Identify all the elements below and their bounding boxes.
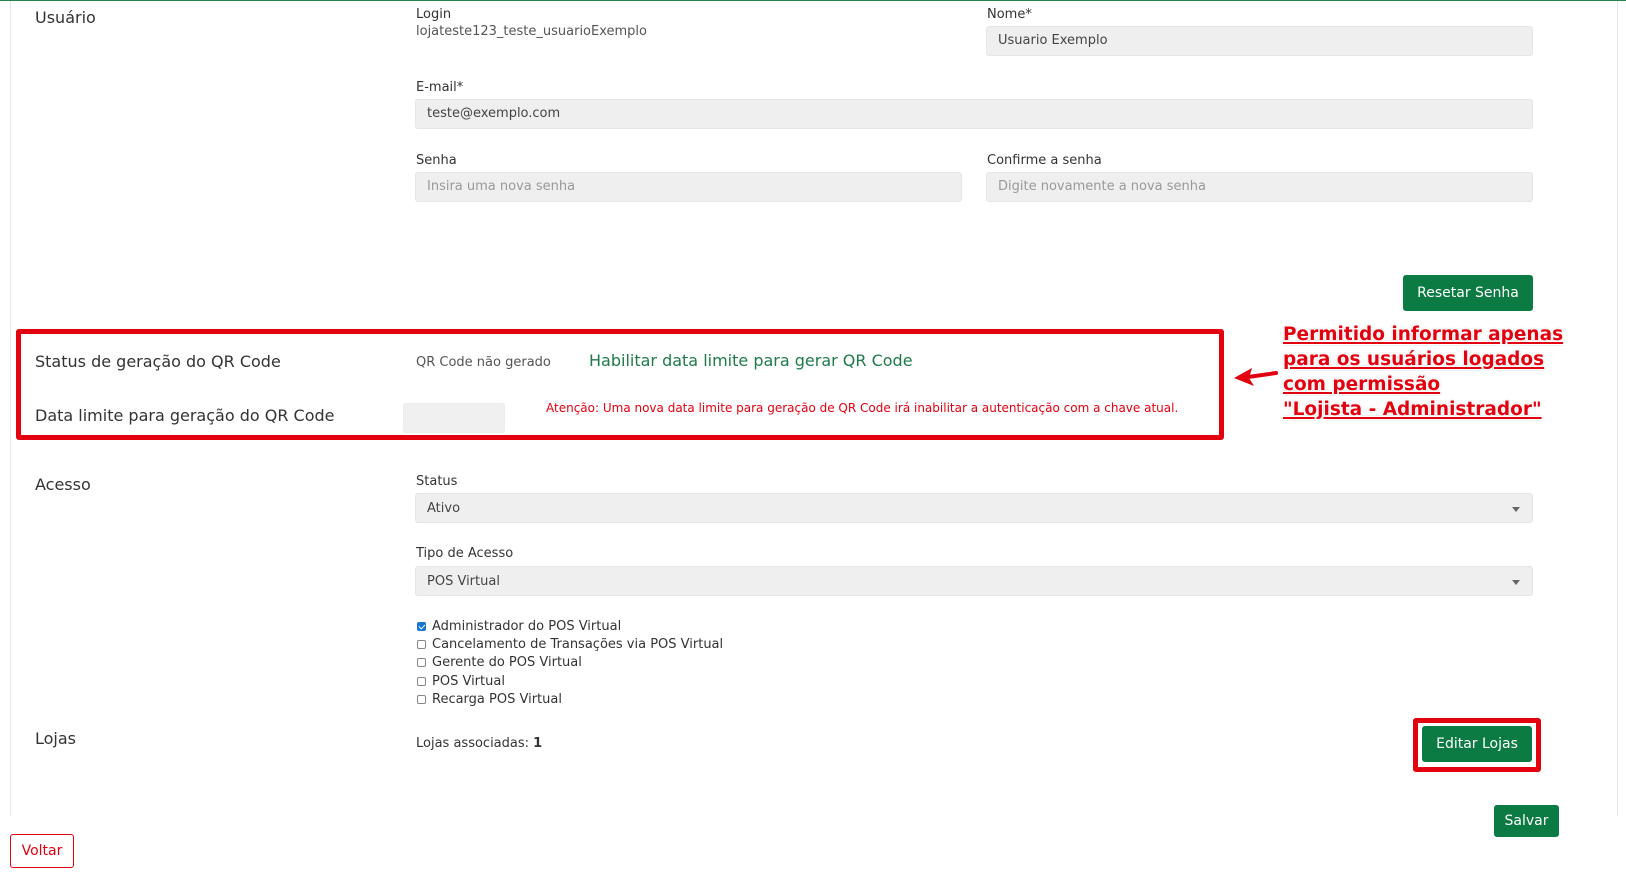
access-type-label: Tipo de Acesso: [416, 546, 514, 561]
reset-password-button[interactable]: Resetar Senha: [1403, 275, 1533, 311]
footer-bar: [0, 816, 1626, 877]
qrcode-status-title: Status de geração do QR Code: [35, 352, 281, 371]
email-label: E-mail*: [416, 80, 464, 95]
annotation-line-3: com permissão: [1283, 374, 1441, 395]
permission-label: Gerente do POS Virtual: [432, 655, 582, 670]
permission-checkbox-row[interactable]: Cancelamento de Transações via POS Virtu…: [417, 637, 723, 653]
section-title-usuario: Usuário: [35, 8, 96, 27]
password-label: Senha: [416, 153, 457, 168]
access-type-select-value: POS Virtual: [427, 574, 500, 589]
section-title-lojas: Lojas: [35, 729, 77, 748]
status-select-value: Ativo: [427, 501, 461, 516]
password-field[interactable]: [415, 172, 962, 202]
permission-label: Cancelamento de Transações via POS Virtu…: [432, 637, 724, 652]
deadline-warning-text: Atenção: Uma nova data limite para geraç…: [546, 401, 1179, 415]
checkbox-unchecked-icon[interactable]: [417, 677, 426, 686]
checkbox-unchecked-icon[interactable]: [417, 640, 426, 649]
checkbox-checked-icon[interactable]: [417, 622, 426, 631]
confirm-password-label: Confirme a senha: [987, 153, 1102, 168]
checkbox-unchecked-icon[interactable]: [417, 658, 426, 667]
associated-stores: Lojas associadas: 1: [416, 736, 542, 751]
email-field[interactable]: [415, 99, 1533, 129]
permission-label: POS Virtual: [432, 674, 505, 689]
status-label: Status: [416, 474, 458, 489]
annotation-arrow-icon: [1234, 368, 1278, 386]
enable-deadline-link[interactable]: Habilitar data limite para gerar QR Code: [589, 351, 913, 370]
permission-checkbox-row[interactable]: Recarga POS Virtual: [417, 692, 562, 708]
annotation-line-2: para os usuários logados: [1283, 349, 1545, 370]
qrcode-deadline-title: Data limite para geração do QR Code: [35, 406, 335, 425]
permission-label: Recarga POS Virtual: [432, 692, 562, 707]
section-title-acesso: Acesso: [35, 475, 91, 494]
name-field[interactable]: [986, 26, 1533, 56]
annotation-line-4: "Lojista - Administrador": [1283, 399, 1542, 420]
permission-checkbox-row[interactable]: Gerente do POS Virtual: [417, 655, 582, 671]
associated-stores-label: Lojas associadas:: [416, 736, 530, 751]
login-label: Login: [416, 7, 452, 22]
chevron-down-icon: [1512, 507, 1520, 512]
associated-stores-count: 1: [533, 736, 543, 751]
access-type-select[interactable]: POS Virtual: [415, 566, 1533, 596]
annotation-line-1: Permitido informar apenas: [1283, 324, 1564, 345]
qrcode-status-value: QR Code não gerado: [416, 355, 551, 370]
status-select[interactable]: Ativo: [415, 493, 1533, 523]
save-button[interactable]: Salvar: [1494, 805, 1559, 837]
permission-label: Administrador do POS Virtual: [432, 619, 622, 634]
back-button[interactable]: Voltar: [10, 834, 74, 868]
confirm-password-field[interactable]: [986, 172, 1533, 202]
edit-stores-button[interactable]: Editar Lojas: [1422, 726, 1532, 762]
permission-checkbox-row[interactable]: Administrador do POS Virtual: [417, 619, 621, 635]
permission-annotation: Permitido informar apenas para os usuári…: [1283, 322, 1603, 422]
permission-checkbox-row[interactable]: POS Virtual: [417, 674, 505, 690]
name-label: Nome*: [987, 7, 1032, 22]
login-value: lojateste123_teste_usuarioExemplo: [416, 24, 647, 39]
chevron-down-icon: [1512, 580, 1520, 585]
deadline-date-input[interactable]: [403, 403, 505, 433]
checkbox-unchecked-icon[interactable]: [417, 695, 426, 704]
